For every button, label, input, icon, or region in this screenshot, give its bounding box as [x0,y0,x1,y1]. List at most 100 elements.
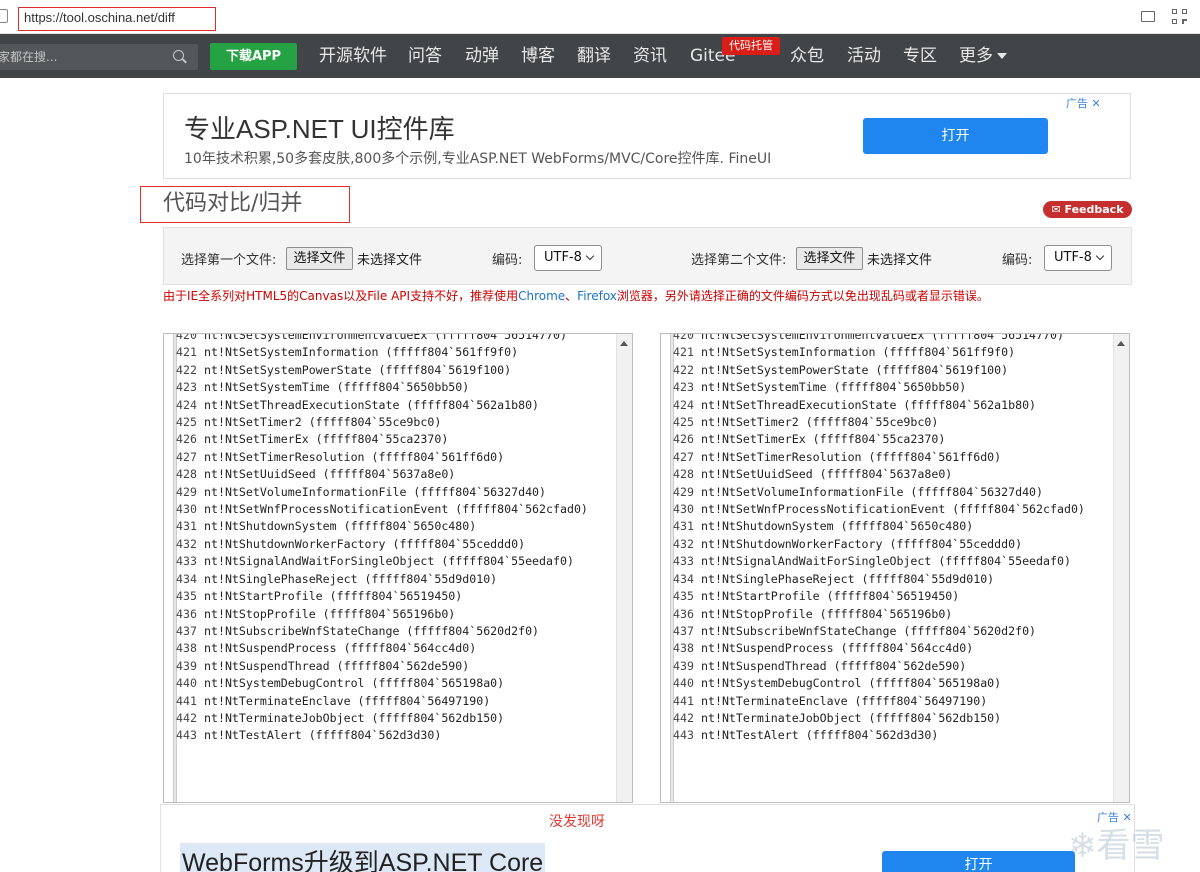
line-code: nt!NtSetSystemInformation (fffff804`561f… [204,345,519,360]
first-encoding-select[interactable]: UTF-8 [534,245,602,271]
code-line: 441 nt!NtTerminateEnclave (fffff804`56497… [176,693,616,710]
code-line: 422 nt!NtSetSystemPowerState (fffff804`56… [673,362,1113,379]
line-number: 426 [176,432,197,447]
reader-mode-icon[interactable] [1141,11,1155,22]
download-app-button[interactable]: 下载APP [210,43,297,70]
code-line: 438 nt!NtSuspendProcess (fffff804`564cc4d… [673,640,1113,657]
code-line: 433 nt!NtSignalAndWaitForSingleObject (ff… [176,553,616,570]
ad-open-button[interactable]: 打开 [863,118,1048,154]
line-code: nt!NtTerminateEnclave (fffff804`56497190… [204,693,491,708]
code-line: 436 nt!NtStopProfile (fffff804`565196b0) [176,606,616,623]
line-code: nt!NtSetTimerEx (fffff804`55ca2370) [701,432,946,447]
nav-link-open-source[interactable]: 开源软件 [319,34,387,78]
page-root: { "browser": {"url": "https://tool.oschi… [0,0,1200,872]
ad-open-button[interactable]: 打开 [882,851,1075,872]
line-code: nt!NtSetVolumeInformationFile (fffff804`… [204,484,547,499]
line-number: 422 [176,362,197,377]
nav-more-label: 更多 [959,46,993,66]
chrome-link[interactable]: Chrome [518,289,565,303]
feedback-button[interactable]: ✉ Feedback [1043,201,1132,218]
code-line: 422 nt!NtSetSystemPowerState (fffff804`56… [176,362,616,379]
line-code: nt!NtSetTimer2 (fffff804`55ce9bc0) [701,415,939,430]
ad-title[interactable]: 专业ASP.NET UI控件库 [184,109,455,146]
line-code: nt!NtShutdownWorkerFactory (fffff804`55c… [701,536,1023,551]
firefox-link[interactable]: Firefox [577,289,617,303]
line-number: 425 [673,415,694,430]
nav-link-zones[interactable]: 专区 [903,34,937,78]
line-number: 432 [673,536,694,551]
line-number: 441 [673,693,694,708]
choose-first-file-button[interactable]: 选择文件 [286,247,353,270]
ad-label: 广告 ✕ [1066,97,1101,110]
second-file-label: 选择第二个文件: [691,253,787,268]
line-code: nt!NtStartProfile (fffff804`56519450) [701,589,960,604]
bottom-ad-banner[interactable]: 没发现呀 广告 ✕ WebForms升级到ASP.NET Core 打开 [160,804,1135,872]
right-code-editor[interactable]: 420 nt!NtSetSystemEnvironmentValueEx (fff… [660,333,1130,803]
nav-link-events[interactable]: 活动 [847,34,881,78]
code-line: 427 nt!NtSetTimerResolution (fffff804`561… [673,449,1113,466]
code-line: 424 nt!NtSetThreadExecutionState (fffff80… [176,397,616,414]
code-line: 423 nt!NtSetSystemTime (fffff804`5650bb50… [673,379,1113,396]
scroll-up-arrow-icon[interactable] [1117,341,1125,346]
qr-code-icon[interactable] [1172,9,1188,25]
search-icon[interactable] [173,50,184,61]
code-line: 421 nt!NtSetSystemInformation (fffff804`5… [673,344,1113,361]
line-code: nt!NtTerminateJobObject (fffff804`562db1… [204,710,505,725]
first-file-label: 选择第一个文件: [181,253,277,268]
code-line: 424 nt!NtSetThreadExecutionState (fffff80… [673,397,1113,414]
code-line: 435 nt!NtStartProfile (fffff804`56519450) [176,588,616,605]
second-encoding-select[interactable]: UTF-8 [1044,245,1112,271]
line-number: 429 [176,484,197,499]
search-input[interactable]: 大家都在搜... [0,44,198,70]
close-icon[interactable]: ✕ [1088,97,1100,110]
line-number: 428 [673,467,694,482]
line-code: nt!NtSystemDebugControl (fffff804`565198… [204,676,505,691]
editor-scrollbar[interactable] [1113,334,1129,802]
line-number: 435 [176,589,197,604]
first-file-status: 未选择文件 [357,253,423,268]
scroll-up-arrow-icon[interactable] [620,341,628,346]
line-number: 433 [176,554,197,569]
line-code: nt!NtSystemDebugControl (fffff804`565198… [701,676,1002,691]
line-code: nt!NtSetSystemEnvironmentValueEx (fffff8… [204,333,567,342]
code-line: 421 nt!NtSetSystemInformation (fffff804`5… [176,344,616,361]
left-code-editor[interactable]: 420 nt!NtSetSystemEnvironmentValueEx (fff… [163,333,633,803]
line-code: nt!NtSignalAndWaitForSingleObject (fffff… [701,554,1071,569]
line-number: 433 [673,554,694,569]
ad-title[interactable]: WebForms升级到ASP.NET Core [180,843,546,872]
code-line: 433 nt!NtSignalAndWaitForSingleObject (ff… [673,553,1113,570]
code-lines: 420 nt!NtSetSystemEnvironmentValueEx (fff… [176,333,616,745]
line-number: 426 [673,432,694,447]
nav-link-crowdsourcing[interactable]: 众包 [790,34,824,78]
nav-link-qa[interactable]: 问答 [408,34,442,78]
line-code: nt!NtSuspendThread (fffff804`562de590) [204,658,470,673]
code-line: 420 nt!NtSetSystemEnvironmentValueEx (fff… [176,333,616,344]
line-number: 435 [673,589,694,604]
line-code: nt!NtSetUuidSeed (fffff804`5637a8e0) [701,467,953,482]
nav-link-tweets[interactable]: 动弹 [465,34,499,78]
line-code: nt!NtSetSystemEnvironmentValueEx (fffff8… [701,333,1064,342]
code-line: 430 nt!NtSetWnfProcessNotificationEvent (… [673,501,1113,518]
site-nav: 大家都在搜... 下载APP 开源软件 问答 动弹 博客 翻译 资讯 Gitee… [0,34,1200,78]
code-line: 429 nt!NtSetVolumeInformationFile (fffff8… [176,484,616,501]
editor-scrollbar[interactable] [616,334,632,802]
choose-second-file-button[interactable]: 选择文件 [796,247,863,270]
nav-link-translate[interactable]: 翻译 [577,34,611,78]
url-input[interactable]: https://tool.oschina.net/diff [18,7,216,31]
code-lines: 420 nt!NtSetSystemEnvironmentValueEx (fff… [673,333,1113,745]
ad-description: 10年技术积累,50多套皮肤,800多个示例,专业ASP.NET WebForm… [184,151,772,167]
code-line: 441 nt!NtTerminateEnclave (fffff804`56497… [673,693,1113,710]
line-number: 429 [673,484,694,499]
line-code: nt!NtTerminateJobObject (fffff804`562db1… [701,710,1002,725]
line-code: nt!NtSuspendProcess (fffff804`564cc4d0) [204,641,477,656]
line-number: 438 [176,641,197,656]
code-line: 427 nt!NtSetTimerResolution (fffff804`561… [176,449,616,466]
nav-link-more[interactable]: 更多 [959,34,1007,78]
code-line: 420 nt!NtSetSystemEnvironmentValueEx (fff… [673,333,1113,344]
line-code: nt!NtSetSystemTime (fffff804`5650bb50) [204,380,470,395]
nav-link-blog[interactable]: 博客 [521,34,555,78]
line-number: 442 [176,710,197,725]
line-code: nt!NtShutdownWorkerFactory (fffff804`55c… [204,536,526,551]
nav-link-news[interactable]: 资讯 [633,34,667,78]
top-ad-banner[interactable]: 广告 ✕ 专业ASP.NET UI控件库 10年技术积累,50多套皮肤,800多… [163,93,1131,179]
